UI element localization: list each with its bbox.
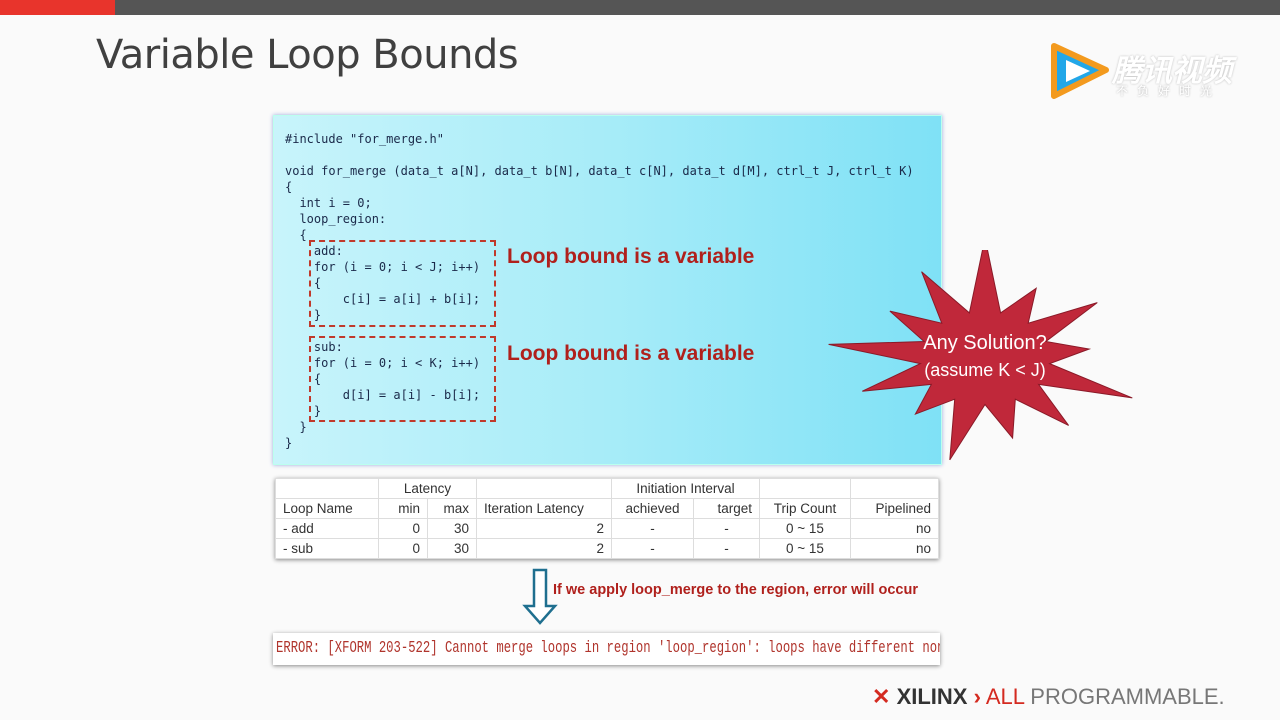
- note-add: Loop bound is a variable: [507, 245, 755, 268]
- cell: -: [611, 518, 694, 539]
- slide-title: Variable Loop Bounds: [96, 32, 519, 78]
- col-header: min: [378, 498, 428, 519]
- note-sub: Loop bound is a variable: [507, 342, 755, 365]
- cell: 0: [378, 518, 428, 539]
- chevron-icon: ›: [973, 684, 981, 709]
- col-header: max: [427, 498, 477, 519]
- solution-callout: Any Solution? (assume K < J): [820, 237, 1150, 475]
- cell: 30: [427, 518, 477, 539]
- cell: 30: [427, 538, 477, 559]
- top-bar-accent: [0, 0, 115, 15]
- table-header-row: Loop Name min max Iteration Latency achi…: [275, 498, 939, 519]
- tagline-all: ALL: [985, 684, 1025, 709]
- play-icon: [1051, 43, 1109, 99]
- cell: -: [693, 538, 760, 559]
- cell: 2: [476, 518, 612, 539]
- cell: 2: [476, 538, 612, 559]
- group-latency: Latency: [378, 478, 477, 499]
- callout-line2: (assume K < J): [924, 360, 1046, 380]
- error-message-box: ERROR: [XFORM 203-522] Cannot merge loop…: [273, 633, 940, 665]
- sub-loop-highlight: [309, 336, 496, 422]
- error-text: ERROR: [XFORM 203-522] Cannot merge loop…: [276, 639, 940, 658]
- brand: XILINX: [896, 684, 968, 709]
- callout-line1: Any Solution?: [923, 332, 1047, 354]
- logo-slogan: 不负好时光: [1116, 84, 1222, 98]
- table-row: - add 0 30 2- -0 ~ 15 no: [275, 518, 939, 539]
- cell: 0 ~ 15: [759, 538, 851, 559]
- add-loop-highlight: [309, 240, 496, 327]
- xilinx-footer-logo: ✕ XILINX › ALL PROGRAMMABLE.: [872, 684, 1225, 710]
- col-header: Trip Count: [759, 498, 851, 519]
- table-group-header-row: Latency Initiation Interval: [275, 478, 939, 499]
- col-header: Pipelined: [850, 498, 939, 519]
- group-initiation-interval: Initiation Interval: [611, 478, 760, 499]
- cell: - sub: [275, 538, 379, 559]
- loop-report-table: Latency Initiation Interval Loop Name mi…: [275, 478, 939, 559]
- col-header: Loop Name: [275, 498, 379, 519]
- top-bar: [0, 0, 1280, 15]
- cell: 0: [378, 538, 428, 559]
- tagline-programmable: PROGRAMMABLE.: [1030, 684, 1225, 709]
- cell: -: [693, 518, 760, 539]
- col-header: achieved: [611, 498, 694, 519]
- table-row: - sub 0 30 2- -0 ~ 15 no: [275, 538, 939, 559]
- col-header: Iteration Latency: [476, 498, 612, 519]
- arrow-message: If we apply loop_merge to the region, er…: [553, 582, 918, 598]
- cell: no: [850, 518, 939, 539]
- cell: no: [850, 538, 939, 559]
- xilinx-mark-icon: ✕: [872, 684, 891, 709]
- tencent-video-logo: 腾讯视频 不负好时光: [1046, 42, 1246, 102]
- col-header: target: [693, 498, 760, 519]
- cell: - add: [275, 518, 379, 539]
- cell: -: [611, 538, 694, 559]
- cell: 0 ~ 15: [759, 518, 851, 539]
